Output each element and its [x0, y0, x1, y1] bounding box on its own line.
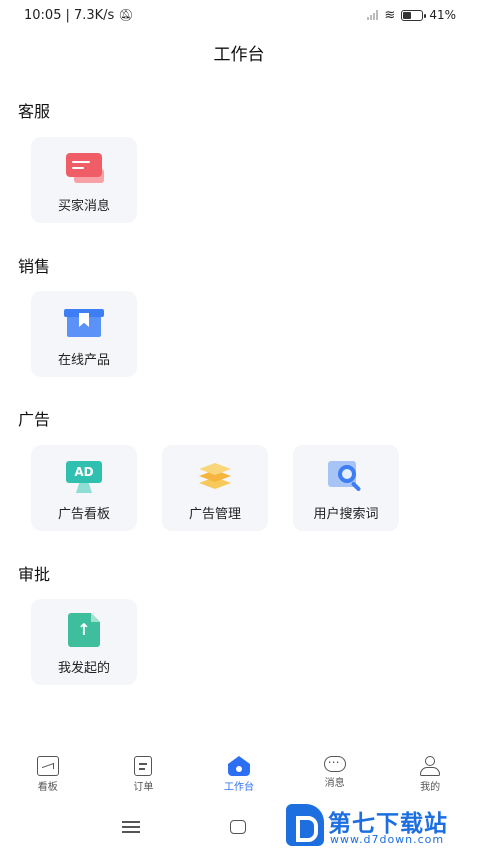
battery-icon: [401, 9, 427, 21]
tab-board[interactable]: 看板: [8, 756, 88, 804]
tab-label: 消息: [324, 778, 345, 789]
status-bar: 10:05 | 7.3K/s 🔕︎ ≋ 41%: [0, 0, 478, 30]
watermark-logo-icon: [286, 804, 324, 846]
card-label: 在线产品: [57, 353, 110, 368]
battery-percent: 41%: [429, 8, 456, 22]
card-label: 广告看板: [57, 507, 110, 522]
tab-label: 工作台: [223, 782, 254, 793]
card-label: 买家消息: [57, 199, 110, 214]
order-icon: [134, 756, 153, 776]
chat-icon: [64, 151, 104, 185]
tab-label: 我的: [420, 782, 441, 793]
card-ad-board[interactable]: AD 广告看板: [31, 445, 137, 531]
recents-icon[interactable]: [122, 821, 140, 833]
tab-label: 订单: [133, 782, 154, 793]
section-title-approval: 审批: [18, 565, 51, 584]
card-initiated-by-me[interactable]: ↑ 我发起的: [31, 599, 137, 685]
tab-me[interactable]: 我的: [390, 756, 470, 804]
bottom-tab-bar: 看板 订单 工作台 消息 我的: [0, 755, 478, 804]
card-online-products[interactable]: 在线产品: [31, 291, 137, 377]
tab-label: 看板: [37, 782, 58, 793]
card-label: 广告管理: [188, 507, 241, 522]
home-button-icon[interactable]: [230, 820, 246, 834]
card-ad-management[interactable]: 广告管理: [162, 445, 268, 531]
card-user-search-terms[interactable]: 用户搜索词: [293, 445, 399, 531]
status-time: 10:05: [24, 7, 62, 23]
card-label: 用户搜索词: [313, 507, 379, 522]
user-icon: [419, 756, 441, 776]
section-title-sales: 销售: [18, 257, 51, 276]
status-left: 10:05 | 7.3K/s 🔕︎: [24, 8, 134, 23]
wifi-icon: ≋: [384, 7, 396, 23]
layers-icon: [195, 459, 235, 493]
tab-workbench[interactable]: 工作台: [199, 756, 279, 804]
status-speed: | 7.3K/s: [65, 7, 115, 23]
ad-board-icon: AD: [64, 459, 104, 493]
message-icon: [323, 755, 346, 772]
signal-icon: [367, 10, 379, 20]
card-label: 我发起的: [57, 661, 110, 676]
box-icon: [64, 305, 104, 339]
section-title-ads: 广告: [18, 410, 51, 429]
page-title: 工作台: [213, 45, 265, 65]
chart-board-icon: [36, 756, 59, 776]
search-icon: [326, 459, 366, 493]
upload-doc-icon: ↑: [64, 613, 104, 647]
bell-off-icon: 🔕︎: [118, 8, 134, 22]
watermark: 第七下载站 www.d7down.com: [282, 800, 478, 850]
section-title-customer-service: 客服: [18, 102, 51, 121]
home-icon: [227, 756, 250, 776]
watermark-url: www.d7down.com: [330, 833, 445, 846]
card-buyer-messages[interactable]: 买家消息: [31, 137, 137, 223]
tab-orders[interactable]: 订单: [103, 756, 183, 804]
status-right: ≋ 41%: [367, 8, 456, 23]
tab-messages[interactable]: 消息: [295, 755, 375, 804]
